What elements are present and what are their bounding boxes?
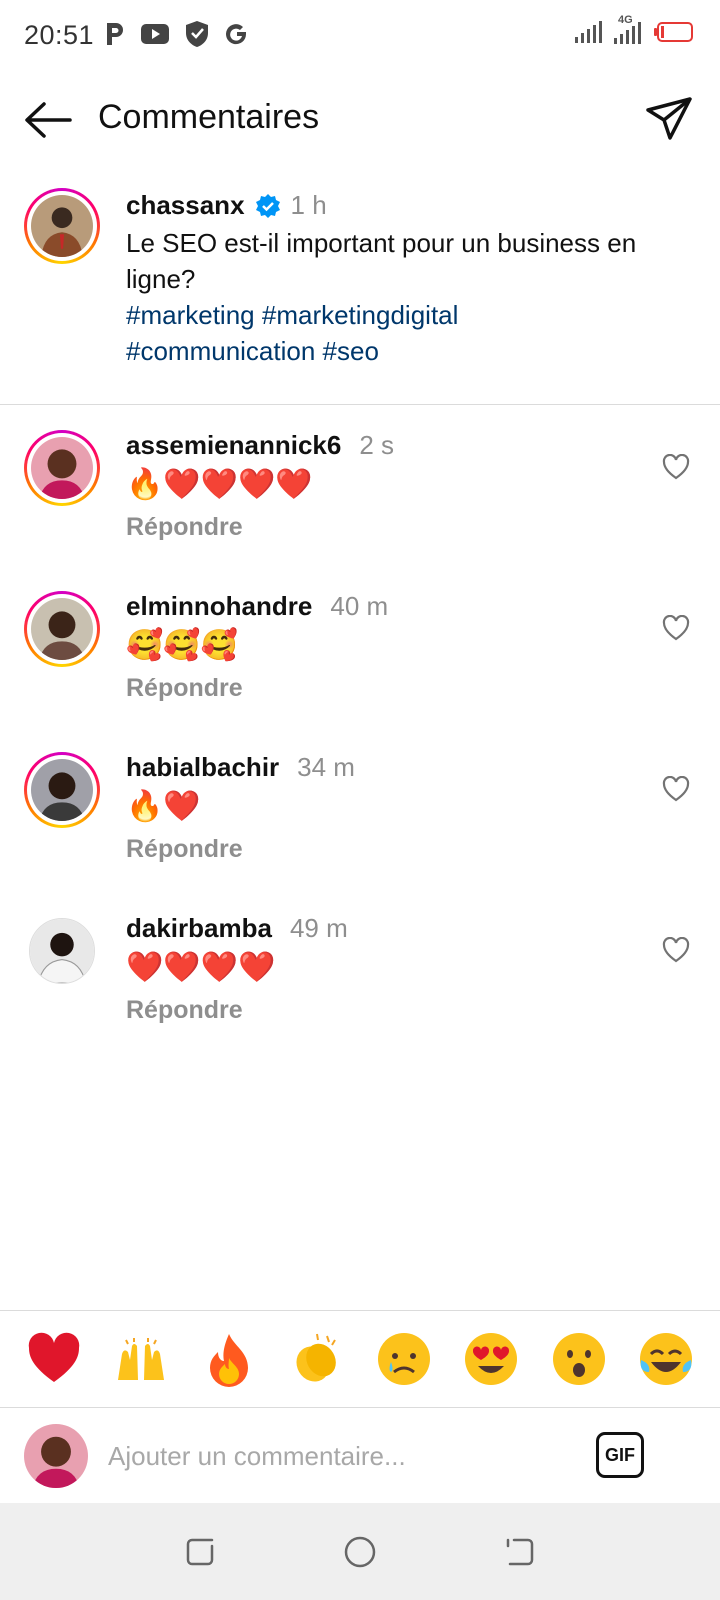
comment-avatar[interactable] [24, 430, 100, 506]
page-title: Commentaires [98, 98, 320, 136]
current-user-avatar [24, 1424, 88, 1488]
caption-divider [0, 404, 720, 405]
reaction-laughing[interactable] [635, 1328, 697, 1390]
header: Commentaires [0, 80, 720, 160]
comment-input[interactable] [108, 1432, 578, 1480]
raised-hands-icon [118, 1337, 165, 1380]
reply-button[interactable]: Répondre [126, 674, 626, 703]
home-icon[interactable] [340, 1532, 380, 1572]
comment-item: elminnohandre 40 m 🥰🥰🥰 Répondre [0, 591, 720, 741]
parking-icon [107, 23, 123, 45]
comment-username[interactable]: habialbachir [126, 752, 279, 783]
comment-username[interactable]: dakirbamba [126, 913, 272, 944]
like-heart-icon[interactable] [662, 776, 690, 802]
caption-username[interactable]: chassanx [126, 190, 245, 221]
google-icon [226, 24, 247, 45]
crying-face-icon [377, 1332, 430, 1385]
like-heart-icon[interactable] [662, 615, 690, 641]
verified-badge-icon [255, 193, 280, 218]
reaction-heart[interactable] [23, 1328, 85, 1390]
comment-avatar[interactable] [24, 752, 100, 828]
comment-text: 🥰🥰🥰 [126, 628, 239, 663]
caption-hashtags: #marketing #marketingdigital #communicat… [126, 297, 646, 369]
network-indicator: 4G [612, 14, 646, 46]
gif-button[interactable]: GIF [596, 1432, 644, 1478]
comment-text: ❤️❤️❤️❤️ [126, 950, 276, 985]
hashtag-communication[interactable]: #communication [126, 336, 315, 366]
system-nav-bar [0, 1503, 720, 1600]
reaction-crying[interactable] [373, 1328, 435, 1390]
tears-of-joy-icon [640, 1332, 693, 1385]
comment-time: 2 s [359, 430, 395, 460]
paper-plane-icon[interactable] [644, 94, 694, 144]
reaction-surprised[interactable] [548, 1328, 610, 1390]
caption-avatar[interactable] [24, 188, 100, 264]
hashtag-marketing[interactable]: #marketing [126, 300, 255, 330]
comment-text: 🔥❤️ [126, 789, 201, 824]
recent-apps-icon[interactable] [180, 1532, 220, 1572]
like-heart-icon[interactable] [662, 454, 690, 480]
reply-button[interactable]: Répondre [126, 835, 626, 864]
comment-username[interactable]: elminnohandre [126, 591, 312, 622]
comment-time: 40 m [330, 591, 389, 621]
reaction-heart-eyes[interactable] [460, 1328, 522, 1390]
comment-item: habialbachir 34 m 🔥❤️ Répondre [0, 752, 720, 902]
network-type: 4G [618, 14, 633, 26]
avatar-photo-icon [31, 598, 93, 660]
comment-username[interactable]: assemienannick6 [126, 430, 341, 461]
avatar-photo-icon [31, 759, 93, 821]
youtube-icon [141, 24, 169, 44]
reply-button[interactable]: Répondre [126, 513, 626, 542]
heart-eyes-icon [465, 1332, 518, 1385]
status-time: 20:51 [24, 20, 95, 50]
fire-icon [209, 1333, 248, 1387]
comment-item: dakirbamba 49 m ❤️❤️❤️❤️ Répondre [0, 913, 720, 1063]
avatar-photo-icon [30, 919, 94, 983]
like-heart-icon[interactable] [662, 937, 690, 963]
back-nav-icon[interactable] [500, 1532, 540, 1572]
reaction-raised-hands[interactable] [110, 1328, 172, 1390]
signal-icon [575, 21, 602, 43]
comment-avatar[interactable] [24, 591, 100, 667]
reaction-clap[interactable] [285, 1328, 347, 1390]
comment-time: 49 m [289, 913, 348, 943]
clapping-hands-icon [296, 1333, 337, 1382]
hashtag-seo[interactable]: #seo [323, 336, 379, 366]
quick-reactions-bar [0, 1310, 720, 1406]
battery-icon [654, 22, 693, 42]
comment-time: 34 m [297, 752, 355, 782]
reply-button[interactable]: Répondre [126, 996, 626, 1025]
comment-avatar[interactable] [29, 918, 95, 984]
reaction-fire[interactable] [198, 1328, 260, 1390]
avatar-photo-icon [24, 1424, 88, 1488]
caption-time: 1 h [290, 190, 327, 220]
status-left-icons [104, 20, 250, 48]
avatar-photo-icon [31, 195, 93, 257]
caption-text: Le SEO est-il important pour un business… [126, 228, 637, 294]
hashtag-marketingdigital[interactable]: #marketingdigital [262, 300, 459, 330]
comment-composer: GIF [0, 1407, 720, 1503]
comment-text: 🔥❤️❤️❤️❤️ [126, 467, 313, 502]
surprised-face-icon [552, 1332, 605, 1385]
avatar-photo-icon [31, 437, 93, 499]
status-bar: 20:51 4G [0, 0, 720, 72]
back-arrow-icon[interactable] [22, 98, 74, 142]
shield-icon [186, 21, 208, 47]
red-heart-icon [28, 1332, 79, 1382]
comment-item: assemienannick6 2 s 🔥❤️❤️❤️❤️ Répondre [0, 430, 720, 580]
status-right-icons: 4G [574, 14, 694, 46]
